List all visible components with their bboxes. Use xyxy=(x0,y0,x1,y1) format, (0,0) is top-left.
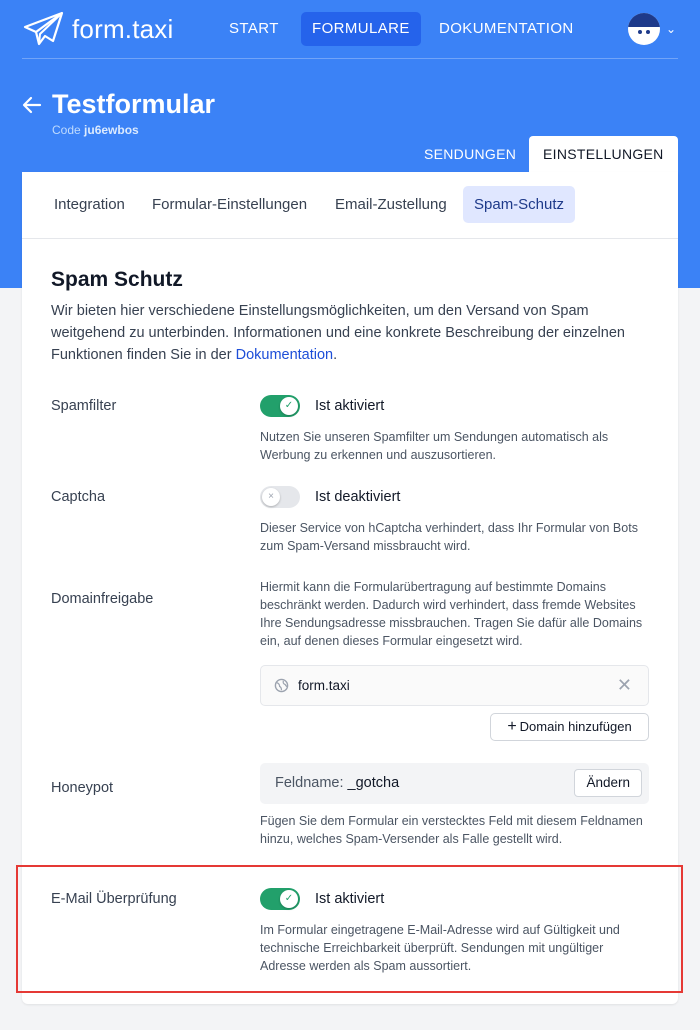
domain-entry: form.taxi ✕ xyxy=(260,665,649,706)
avatar xyxy=(628,13,660,45)
brand-logo[interactable]: form.taxi xyxy=(22,10,173,48)
check-icon: ✓ xyxy=(280,397,298,415)
plus-icon: + xyxy=(507,718,517,735)
nav-divider xyxy=(22,58,678,59)
spamfilter-status: Ist aktiviert xyxy=(315,398,385,414)
page-title: Testformular xyxy=(52,89,216,119)
documentation-link[interactable]: Dokumentation xyxy=(236,347,334,363)
honeypot-description: Fügen Sie dem Formular ein verstecktes F… xyxy=(260,814,643,846)
honeypot-field-value: _gotcha xyxy=(347,775,400,791)
domain-label: Domainfreigabe xyxy=(51,591,154,607)
domain-description: Hiermit kann die Formularübertragung auf… xyxy=(260,580,643,648)
captcha-status: Ist deaktiviert xyxy=(315,489,401,505)
captcha-label: Captcha xyxy=(51,489,106,505)
nav-link-dokumentation[interactable]: DOKUMENTATION xyxy=(428,12,585,46)
honeypot-field: Feldname: _gotcha Ändern xyxy=(260,763,649,804)
nav-link-formulare[interactable]: FORMULARE xyxy=(301,12,421,46)
subtab-divider xyxy=(22,238,678,239)
close-icon[interactable]: ✕ xyxy=(617,675,632,696)
captcha-description: Dieser Service von hCaptcha verhindert, … xyxy=(260,521,638,553)
nav-link-start[interactable]: START xyxy=(218,12,290,46)
globe-icon xyxy=(274,678,289,698)
captcha-toggle[interactable]: × xyxy=(260,486,300,508)
section-title: Spam Schutz xyxy=(51,268,183,291)
section-intro: Wir bieten hier verschiedene Einstellung… xyxy=(51,303,625,363)
highlight-box xyxy=(16,865,683,993)
subtab-spam-schutz[interactable]: Spam-Schutz xyxy=(463,186,576,223)
change-fieldname-button[interactable]: Ändern xyxy=(574,769,642,797)
tab-sendungen[interactable]: SENDUNGEN xyxy=(410,136,530,172)
subtab-email-zustellung[interactable]: Email-Zustellung xyxy=(324,186,458,223)
user-menu[interactable]: ⌄ xyxy=(628,13,676,45)
subtab-formular-einstellungen[interactable]: Formular-Einstellungen xyxy=(141,186,318,223)
subtab-integration[interactable]: Integration xyxy=(43,186,136,223)
spamfilter-label: Spamfilter xyxy=(51,398,117,414)
form-code: Code ju6ewbos xyxy=(52,123,139,137)
chevron-down-icon: ⌄ xyxy=(666,22,677,36)
tab-einstellungen[interactable]: EINSTELLUNGEN xyxy=(529,136,678,172)
spamfilter-description: Nutzen Sie unseren Spamfilter um Sendung… xyxy=(260,430,609,462)
x-icon: × xyxy=(262,488,280,506)
paper-plane-icon xyxy=(23,11,64,46)
spamfilter-toggle[interactable]: ✓ xyxy=(260,395,300,417)
honeypot-label: Honeypot xyxy=(51,780,114,796)
add-domain-button[interactable]: + Domain hinzufügen xyxy=(490,713,649,741)
domain-value: form.taxi xyxy=(298,678,350,693)
top-navigation: form.taxi START FORMULARE DOKUMENTATION … xyxy=(0,0,700,58)
back-arrow-icon[interactable] xyxy=(22,92,42,123)
brand-name: form.taxi xyxy=(72,13,174,44)
